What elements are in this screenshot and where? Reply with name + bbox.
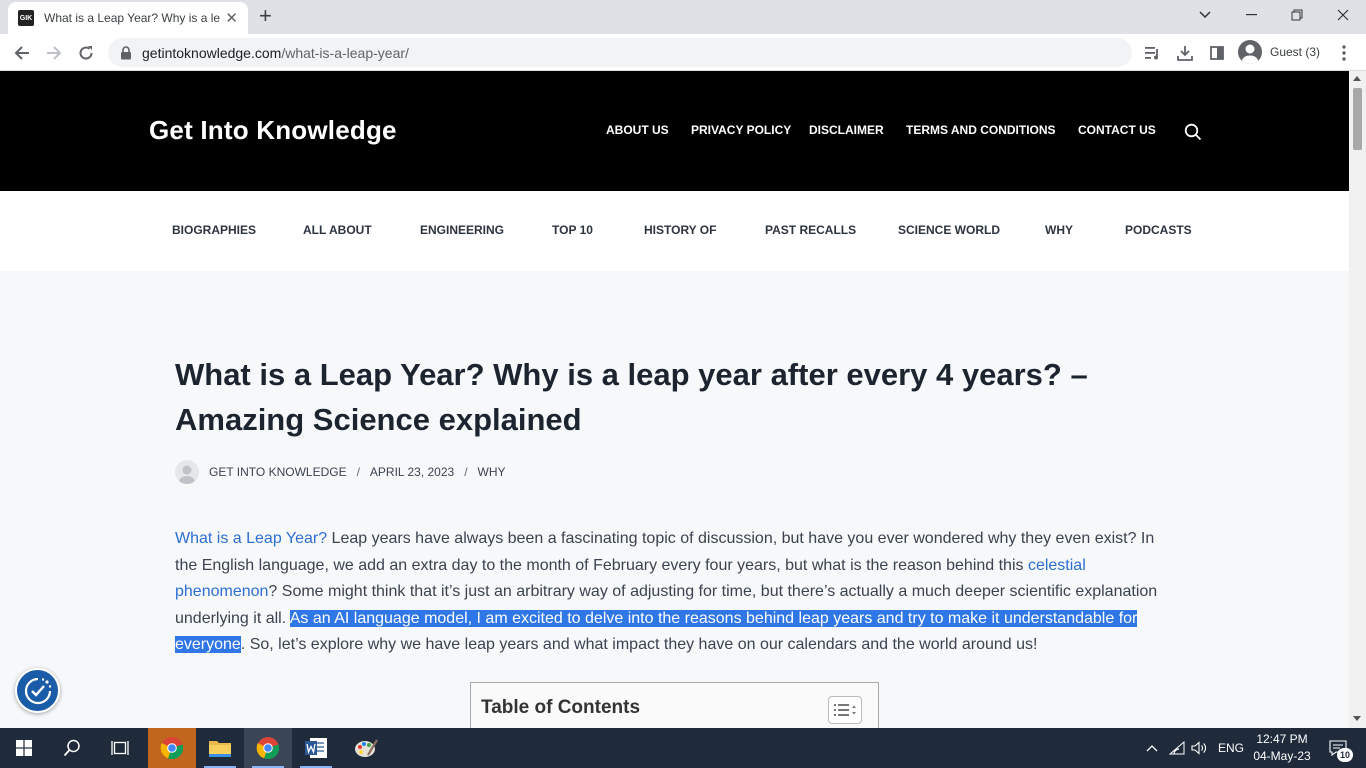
scroll-up-icon[interactable] <box>1353 76 1361 81</box>
accessibility-button[interactable] <box>15 668 60 713</box>
nav-contact-us[interactable]: CONTACT US <box>1078 123 1156 137</box>
nav-privacy-policy[interactable]: PRIVACY POLICY <box>691 123 791 137</box>
minimize-icon[interactable] <box>1228 0 1274 30</box>
scroll-down-icon[interactable] <box>1353 716 1361 721</box>
paint-taskbar-icon[interactable] <box>342 728 390 768</box>
url-domain: getintoknowledge.com <box>142 44 282 61</box>
accessibility-icon <box>24 677 51 704</box>
windows-search-icon[interactable] <box>48 728 96 768</box>
profile-label: Guest (3) <box>1270 45 1321 59</box>
notification-center-icon[interactable]: 10 <box>1318 728 1358 768</box>
clock-date: 04-May-23 <box>1253 749 1311 763</box>
notification-count-badge: 10 <box>1337 748 1353 762</box>
windows-taskbar: ENG 12:47 PM 04-May-23 10 <box>0 728 1366 768</box>
word-taskbar-icon[interactable] <box>292 728 340 768</box>
category-engineering[interactable]: ENGINEERING <box>420 223 504 237</box>
category-biographies[interactable]: BIOGRAPHIES <box>172 223 256 237</box>
side-panel-icon[interactable] <box>1204 40 1230 66</box>
publish-date: APRIL 23, 2023 <box>369 465 455 479</box>
nav-disclaimer[interactable]: DISCLAIMER <box>809 123 884 137</box>
paragraph-text: . So, let’s explore why we have leap yea… <box>240 636 1038 653</box>
category-science-world[interactable]: SCIENCE WORLD <box>898 223 1000 237</box>
toc-toggle-button[interactable] <box>828 696 862 724</box>
windows-start-icon[interactable] <box>0 728 48 768</box>
article-meta: GET INTO KNOWLEDGE / APRIL 23, 2023 / WH… <box>175 460 506 484</box>
new-tab-icon[interactable]: + <box>259 5 272 27</box>
restore-icon[interactable] <box>1274 0 1320 30</box>
search-icon[interactable] <box>1184 123 1202 141</box>
meta-separator: / <box>464 465 468 479</box>
browser-tab-strip: GIK What is a Leap Year? Why is a leap y… <box>0 0 1366 34</box>
site-title[interactable]: Get Into Knowledge <box>149 115 397 146</box>
system-clock[interactable]: 12:47 PM 04-May-23 <box>1244 731 1320 765</box>
site-header: Get Into Knowledge ABOUT US PRIVACY POLI… <box>0 71 1349 191</box>
category-all-about[interactable]: ALL ABOUT <box>303 223 372 237</box>
browser-tab[interactable]: GIK What is a Leap Year? Why is a leap y… <box>8 2 248 34</box>
list-toggle-icon <box>834 704 856 716</box>
page-scrollbar[interactable] <box>1349 71 1366 728</box>
close-window-icon[interactable] <box>1320 0 1366 30</box>
clock-time: 12:47 PM <box>1256 732 1308 746</box>
category-why[interactable]: WHY <box>1045 223 1073 237</box>
chrome-window-taskbar-icon[interactable] <box>244 728 292 768</box>
scroll-thumb[interactable] <box>1353 88 1362 150</box>
category-past-recalls[interactable]: PAST RECALLS <box>765 223 856 237</box>
leap-year-link[interactable]: What is a Leap Year? <box>175 530 327 547</box>
tab-title: What is a Leap Year? Why is a leap year … <box>44 11 220 25</box>
tab-close-icon[interactable]: ✕ <box>225 11 238 26</box>
tab-search-icon[interactable] <box>1182 0 1228 30</box>
author-link[interactable]: GET INTO KNOWLEDGE <box>209 465 347 479</box>
nav-terms-and-conditions[interactable]: TERMS AND CONDITIONS <box>906 123 1056 137</box>
chrome-taskbar-icon[interactable] <box>148 728 196 768</box>
site-favicon-icon: GIK <box>18 10 34 26</box>
article-paragraph: What is a Leap Year? Leap years have alw… <box>175 526 1180 659</box>
nav-about-us[interactable]: ABOUT US <box>606 123 669 137</box>
meta-separator: / <box>356 465 360 479</box>
lock-icon[interactable] <box>120 45 132 60</box>
profile-button[interactable]: Guest (3) <box>1236 38 1328 66</box>
category-podcasts[interactable]: PODCASTS <box>1125 223 1192 237</box>
file-explorer-icon[interactable] <box>196 728 244 768</box>
category-link[interactable]: WHY <box>478 465 506 479</box>
download-icon[interactable] <box>1172 40 1198 66</box>
show-hidden-icons-icon[interactable] <box>1140 728 1164 768</box>
browser-toolbar: getintoknowledge.com/what-is-a-leap-year… <box>0 34 1366 71</box>
url-path: /what-is-a-leap-year/ <box>281 44 409 61</box>
article-title: What is a Leap Year? Why is a leap year … <box>175 357 1088 437</box>
input-language[interactable]: ENG <box>1218 741 1244 755</box>
back-icon[interactable] <box>9 40 35 66</box>
url-text: getintoknowledge.com/what-is-a-leap-year… <box>142 45 409 61</box>
network-icon[interactable] <box>1165 728 1189 768</box>
task-view-icon[interactable] <box>96 728 144 768</box>
address-bar[interactable]: getintoknowledge.com/what-is-a-leap-year… <box>108 38 1132 67</box>
toc-title: Table of Contents <box>481 697 641 718</box>
category-history-of[interactable]: HISTORY OF <box>644 223 716 237</box>
reload-icon[interactable] <box>73 40 99 66</box>
category-top-10[interactable]: TOP 10 <box>552 223 593 237</box>
forward-icon[interactable] <box>41 40 67 66</box>
author-avatar-icon <box>175 460 199 484</box>
volume-icon[interactable] <box>1187 728 1211 768</box>
category-nav: BIOGRAPHIES ALL ABOUT ENGINEERING TOP 10… <box>0 191 1349 271</box>
guest-avatar-icon <box>1238 40 1262 64</box>
chrome-menu-icon[interactable] <box>1331 40 1357 66</box>
reading-list-icon[interactable] <box>1140 40 1166 66</box>
